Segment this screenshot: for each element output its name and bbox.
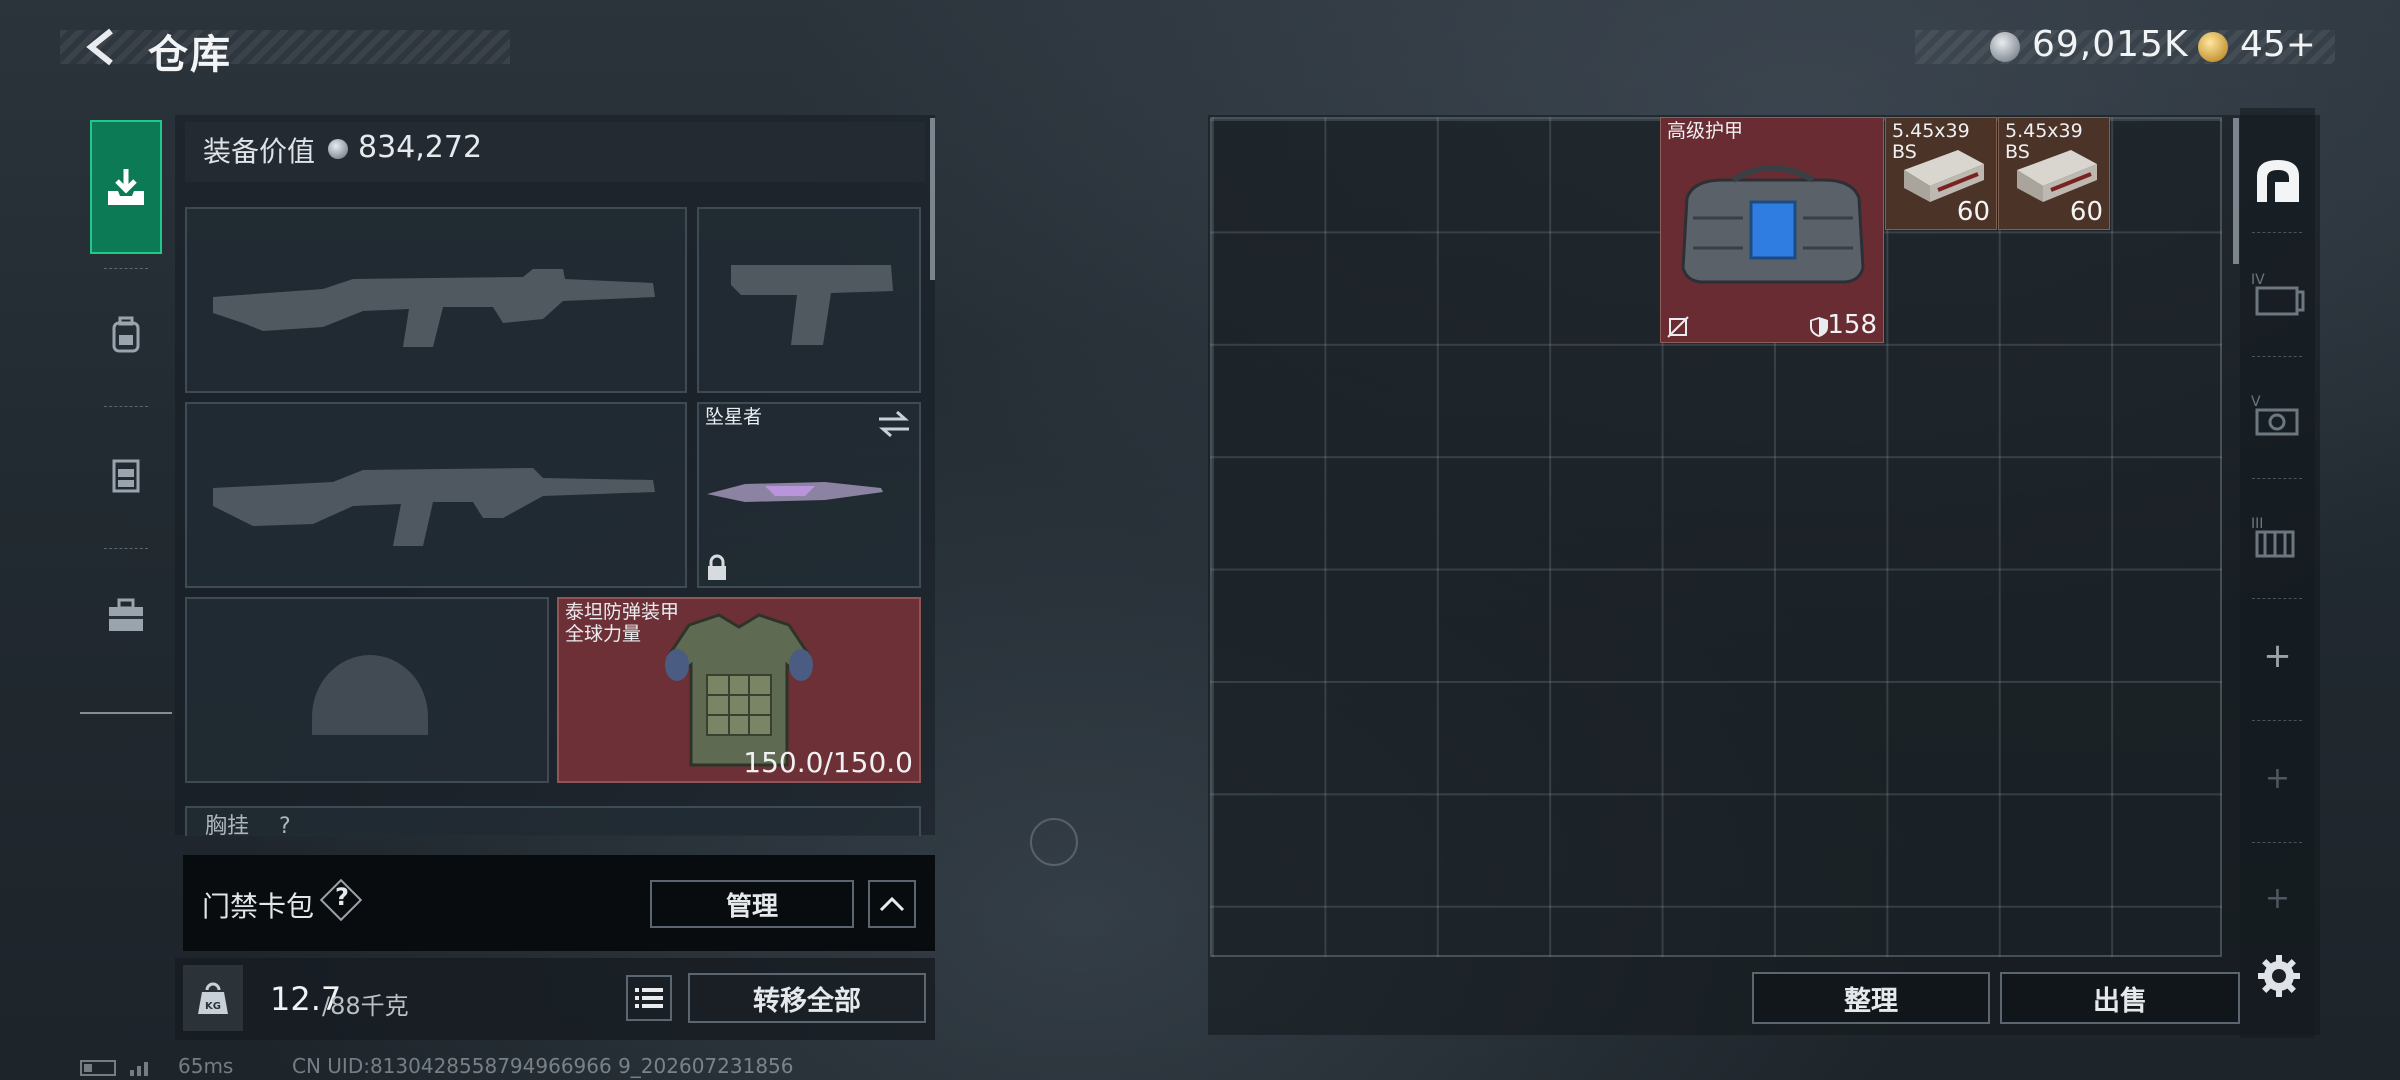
- plus-icon: +: [2264, 880, 2291, 916]
- keycard-help-icon[interactable]: ?: [333, 883, 351, 911]
- secondary-weapon-slot[interactable]: [185, 402, 687, 588]
- left-nav: [80, 108, 172, 714]
- back-button[interactable]: [78, 24, 124, 70]
- coin-balance: 69,015K: [2032, 24, 2189, 65]
- armor-subtitle: 全球力量: [565, 623, 642, 645]
- tab-separator: [2252, 356, 2302, 357]
- battery-icon: [80, 1060, 148, 1076]
- tab-stash-4[interactable]: IV: [2240, 244, 2315, 344]
- equipment-value-label: 装备价值: [203, 135, 316, 168]
- stash-item-ammo[interactable]: 5.45x39 BS 60: [1998, 117, 2110, 230]
- tab-add-stash[interactable]: +: [2240, 606, 2315, 706]
- tab-separator: [2252, 598, 2302, 599]
- nav-backpack[interactable]: [90, 268, 162, 402]
- ping-readout: 65ms: [178, 1054, 234, 1078]
- page-title: 仓库: [148, 32, 232, 78]
- chest-rig-help[interactable]: ?: [279, 816, 291, 837]
- pistol-slot[interactable]: [697, 207, 921, 393]
- tab-add-stash-locked[interactable]: +: [2240, 728, 2315, 828]
- rifle-silhouette-icon: [213, 269, 655, 347]
- weight-icon: KG: [198, 982, 228, 1014]
- lock-icon: [708, 554, 726, 580]
- stash-item-ammo[interactable]: 5.45x39 BS 60: [1885, 117, 1997, 230]
- premium-balance: 45+: [2240, 24, 2316, 65]
- back-arrow-icon: [86, 28, 113, 66]
- nav-deposit[interactable]: [90, 120, 162, 254]
- item-name: 高级护甲: [1667, 120, 1744, 142]
- bag-icon: [1681, 165, 1865, 284]
- ammo-box-icon: [1904, 150, 1984, 202]
- center-emblem: [1030, 818, 1078, 866]
- silver-coin-icon: [328, 139, 348, 159]
- melee-blade-icon: [707, 482, 883, 502]
- tab-separator: [2252, 720, 2302, 721]
- manage-button[interactable]: 管理: [650, 880, 854, 928]
- item-name: 5.45x39: [2005, 120, 2083, 142]
- tab-stash-3[interactable]: III: [2240, 488, 2315, 588]
- weight-icon-box: KG: [183, 965, 243, 1031]
- gear-icon: [2258, 955, 2300, 997]
- chest-rig-label: 胸挂: [205, 814, 250, 837]
- tab-main-stash[interactable]: [2240, 130, 2315, 230]
- equipment-value: 834,272: [358, 130, 483, 165]
- item-armor-value: 158: [1827, 310, 1877, 340]
- stash-home-icon: [2256, 160, 2299, 202]
- melee-slot[interactable]: 坠星者: [697, 402, 921, 588]
- stash-shelf-icon: IV: [2251, 272, 2304, 316]
- rifle-silhouette-icon: [213, 468, 655, 546]
- title-banner: [60, 30, 510, 64]
- armor-slot[interactable]: 泰坦防弹装甲 全球力量 150.0/150.0: [557, 597, 921, 783]
- shield-icon: [1810, 317, 1828, 337]
- weight-max: /88千克: [322, 992, 409, 1020]
- list-view-button[interactable]: [626, 975, 672, 1021]
- chevron-up-icon: [879, 896, 905, 912]
- sell-button[interactable]: 出售: [2000, 972, 2240, 1024]
- stash-rack-icon: III: [2251, 516, 2294, 558]
- equipment-scrollbar[interactable]: [930, 118, 935, 280]
- swap-arrows-icon[interactable]: [877, 410, 911, 438]
- armor-durability: 150.0/150.0: [743, 746, 913, 779]
- backpack-icon: [112, 316, 140, 353]
- ammo-box-icon: [2017, 150, 2097, 202]
- keycard-label: 门禁卡包: [202, 890, 315, 923]
- stash-scrollbar[interactable]: [2233, 118, 2239, 264]
- gold-coin-icon: [2198, 32, 2228, 62]
- chest-rig-slot[interactable]: 胸挂 ?: [185, 806, 921, 836]
- item-count: 60: [1956, 197, 1990, 227]
- tab-separator: [2252, 232, 2302, 233]
- svg-text:V: V: [2251, 394, 2261, 410]
- helmet-slot[interactable]: [185, 597, 549, 783]
- item-count: 60: [2069, 197, 2103, 227]
- tab-add-stash-locked[interactable]: +: [2240, 848, 2315, 948]
- nav-chest-rig[interactable]: [90, 408, 162, 542]
- pistol-silhouette-icon: [731, 265, 893, 345]
- list-icon: [635, 988, 663, 1008]
- tab-stash-5[interactable]: V: [2240, 366, 2315, 466]
- rig-icon: [112, 459, 140, 493]
- tab-separator: [2252, 842, 2302, 843]
- svg-text:III: III: [2251, 516, 2263, 532]
- case-icon: [109, 598, 143, 631]
- uid-readout: CN UID:8130428558794966966 9_20260723185…: [292, 1054, 794, 1078]
- primary-weapon-slot[interactable]: [185, 207, 687, 393]
- stash-item-armor-bag[interactable]: 高级护甲 158: [1660, 117, 1884, 343]
- deposit-icon: [108, 169, 144, 205]
- svg-text:IV: IV: [2251, 272, 2265, 288]
- no-insure-icon: [1667, 316, 1689, 338]
- silver-coin-icon: [1990, 32, 2020, 62]
- item-name: 5.45x39: [1892, 120, 1970, 142]
- stash-vault-icon: V: [2251, 394, 2298, 436]
- svg-text:KG: KG: [205, 1001, 221, 1012]
- melee-name: 坠星者: [705, 406, 763, 428]
- tab-separator: [2252, 478, 2302, 479]
- helmet-silhouette-icon: [312, 655, 428, 735]
- plus-icon: +: [2264, 760, 2291, 796]
- transfer-all-button[interactable]: 转移全部: [688, 973, 926, 1023]
- nav-secure-case[interactable]: [90, 548, 162, 682]
- plus-icon: +: [2263, 636, 2292, 676]
- settings-button[interactable]: [2255, 952, 2303, 1000]
- collapse-button[interactable]: [868, 880, 916, 928]
- sort-button[interactable]: 整理: [1752, 972, 1990, 1024]
